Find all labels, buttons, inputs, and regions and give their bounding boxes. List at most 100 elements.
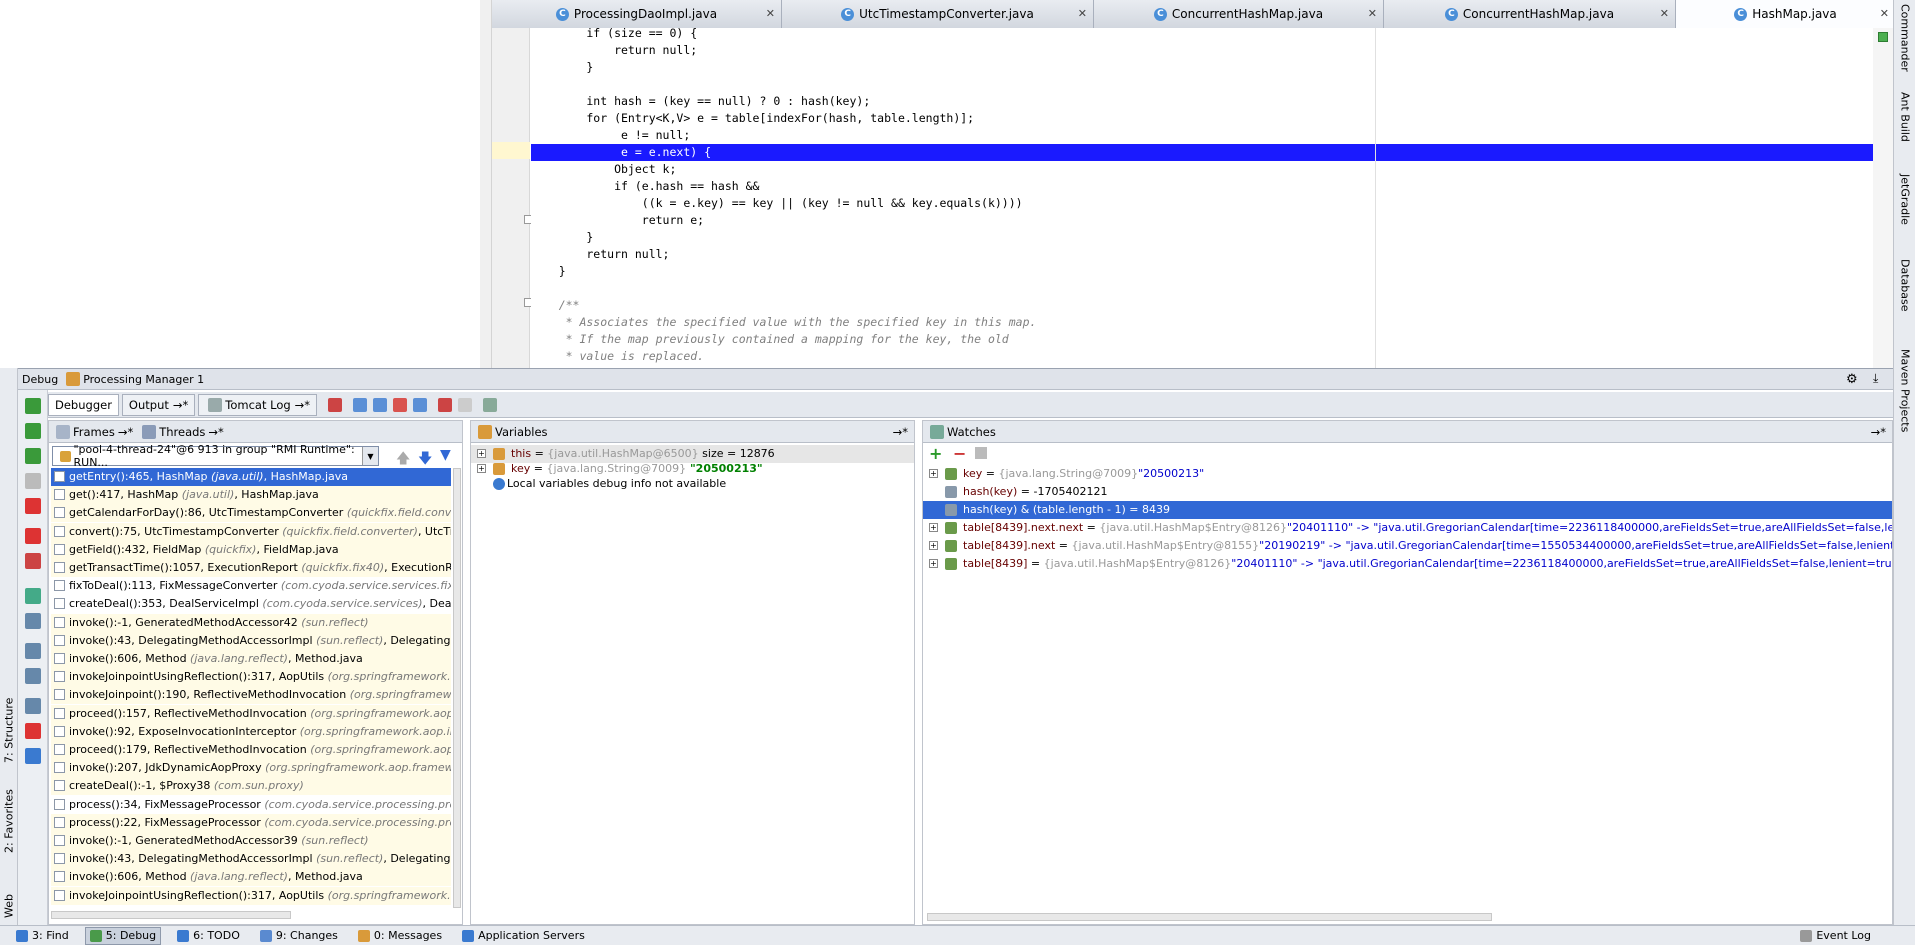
tool-window-jetgradle[interactable]: JetGradle bbox=[1894, 170, 1915, 250]
tool-window--structure[interactable]: 7: Structure bbox=[0, 678, 18, 763]
view-breakpoints-icon[interactable] bbox=[25, 528, 41, 544]
frames-hscrollbar[interactable] bbox=[51, 911, 291, 919]
frame-row[interactable]: proceed():179, ReflectiveMethodInvocatio… bbox=[51, 741, 451, 759]
statusbar-find[interactable]: 3: Find bbox=[12, 927, 73, 945]
watch-row[interactable]: hash(key) = -1705402121 bbox=[923, 483, 1892, 501]
watch-row[interactable]: + table[8439].next.next = {java.util.Hash… bbox=[923, 519, 1892, 537]
tool-window-database[interactable]: Database bbox=[1894, 255, 1915, 335]
frame-row[interactable]: getTransactTime():1057, ExecutionReport … bbox=[51, 559, 451, 577]
statusbar-messages[interactable]: 0: Messages bbox=[354, 927, 446, 945]
frame-row[interactable]: getField():432, FieldMap (quickfix), Fie… bbox=[51, 540, 451, 559]
expand-icon[interactable]: + bbox=[929, 541, 938, 550]
code-editor[interactable]: if (size == 0) { return null; } int hash… bbox=[531, 28, 1873, 368]
settings-icon[interactable]: ⚙ bbox=[1846, 372, 1858, 387]
layout-icon[interactable] bbox=[25, 643, 41, 659]
frame-row[interactable]: invoke():43, DelegatingMethodAccessorImp… bbox=[51, 631, 451, 650]
drop-frame-icon[interactable] bbox=[438, 397, 453, 412]
force-step-into-icon[interactable] bbox=[393, 397, 408, 412]
frame-row[interactable]: invoke():-1, GeneratedMethodAccessor42 (… bbox=[51, 613, 451, 632]
editor-tab[interactable]: C ConcurrentHashMap.java ✕ bbox=[1094, 0, 1384, 28]
editor-tab[interactable]: C HashMap.java ✕ bbox=[1676, 0, 1896, 28]
editor-gutter[interactable] bbox=[492, 28, 533, 368]
editor-tab[interactable]: C ConcurrentHashMap.java ✕ bbox=[1384, 0, 1676, 28]
statusbar-todo[interactable]: 6: TODO bbox=[173, 927, 244, 945]
editor-tab[interactable]: C ProcessingDaoImpl.java ✕ bbox=[492, 0, 782, 28]
pin-icon[interactable]: →* bbox=[893, 425, 908, 439]
help-icon[interactable] bbox=[25, 748, 41, 764]
rerun-icon[interactable] bbox=[25, 398, 41, 414]
editor-tab[interactable]: C UtcTimestampConverter.java ✕ bbox=[782, 0, 1094, 28]
watch-row[interactable]: hash(key) & (table.length - 1) = 8439 bbox=[923, 501, 1892, 519]
close-icon[interactable]: ✕ bbox=[1078, 7, 1087, 20]
watch-row[interactable]: + table[8439] = {java.util.HashMap$Entry@… bbox=[923, 555, 1892, 573]
event-log-button[interactable]: Event Log bbox=[1796, 927, 1875, 945]
frames-scrollbar[interactable] bbox=[453, 468, 461, 908]
frame-row[interactable]: convert():75, UtcTimestampConverter (qui… bbox=[51, 522, 451, 541]
frame-row[interactable]: getEntry():465, HashMap (java.util), Has… bbox=[51, 468, 451, 486]
run-icon[interactable] bbox=[25, 448, 41, 464]
editor-splitter[interactable] bbox=[480, 0, 492, 368]
frame-row[interactable]: invoke():606, Method (java.lang.reflect)… bbox=[51, 650, 451, 668]
pin-icon[interactable] bbox=[25, 698, 41, 714]
pin-icon[interactable]: →* bbox=[1871, 425, 1886, 439]
mute-breakpoints-icon[interactable] bbox=[25, 553, 41, 569]
frames-tab[interactable]: Frames bbox=[73, 425, 115, 439]
statusbar-application-servers[interactable]: Application Servers bbox=[458, 927, 589, 945]
step-into-icon[interactable] bbox=[373, 397, 388, 412]
resume-icon[interactable] bbox=[25, 423, 41, 439]
settings-icon[interactable] bbox=[25, 668, 41, 684]
statusbar-changes[interactable]: 9: Changes bbox=[256, 927, 342, 945]
remove-watch-icon[interactable]: − bbox=[953, 444, 966, 463]
tab-tomcat-log[interactable]: Tomcat Log →* bbox=[198, 393, 318, 416]
stop-icon[interactable] bbox=[25, 498, 41, 514]
close-icon[interactable]: ✕ bbox=[1880, 7, 1889, 20]
camera-icon[interactable] bbox=[25, 613, 41, 629]
close-icon[interactable]: ✕ bbox=[1368, 7, 1377, 20]
frame-row[interactable]: invoke():92, ExposeInvocationInterceptor… bbox=[51, 722, 451, 741]
show-execution-point-icon[interactable] bbox=[328, 397, 343, 412]
frame-row[interactable]: invokeJoinpointUsingReflection():317, Ao… bbox=[51, 886, 451, 905]
frame-row[interactable]: invoke():606, Method (java.lang.reflect)… bbox=[51, 868, 451, 887]
thread-select[interactable]: "pool-4-thread-24"@6 913 in group "RMI R… bbox=[52, 443, 379, 469]
frame-row[interactable]: process():22, FixMessageProcessor (com.c… bbox=[51, 813, 451, 832]
frame-row[interactable]: createDeal():-1, $Proxy38 (com.sun.proxy… bbox=[51, 777, 451, 796]
tool-window-ant-build[interactable]: Ant Build bbox=[1894, 88, 1915, 164]
expand-icon[interactable]: + bbox=[477, 449, 486, 458]
threads-tab[interactable]: Threads bbox=[159, 425, 205, 439]
tool-window-commander[interactable]: Commander bbox=[1894, 0, 1915, 80]
close-icon[interactable]: ✕ bbox=[1660, 7, 1669, 20]
expand-icon[interactable]: + bbox=[929, 559, 938, 568]
close-icon[interactable] bbox=[25, 723, 41, 739]
frame-row[interactable]: invoke():43, DelegatingMethodAccessorImp… bbox=[51, 850, 451, 869]
tool-window-web[interactable]: Web bbox=[0, 858, 18, 918]
tab-debugger[interactable]: Debugger bbox=[48, 393, 119, 416]
watch-row[interactable]: + table[8439].next = {java.util.HashMap$E… bbox=[923, 537, 1892, 555]
frame-row[interactable]: invokeJoinpoint():190, ReflectiveMethodI… bbox=[51, 686, 451, 705]
expand-icon[interactable]: + bbox=[477, 464, 486, 473]
frame-row[interactable]: createDeal():353, DealServiceImpl (com.c… bbox=[51, 595, 451, 613]
frame-row[interactable]: invoke():207, JdkDynamicAopProxy (org.sp… bbox=[51, 759, 451, 778]
hide-icon[interactable]: ⤓ bbox=[1873, 371, 1878, 386]
evaluate-expression-icon[interactable] bbox=[483, 397, 498, 412]
frame-row[interactable]: invokeJoinpointUsingReflection():317, Ao… bbox=[51, 668, 451, 687]
frame-row[interactable]: get():417, HashMap (java.util), HashMap.… bbox=[51, 486, 451, 505]
variable-row[interactable]: Local variables debug info not available bbox=[471, 475, 914, 493]
expand-icon[interactable]: + bbox=[929, 469, 938, 478]
step-out-icon[interactable] bbox=[413, 397, 428, 412]
frame-row[interactable]: process():34, FixMessageProcessor (com.c… bbox=[51, 796, 451, 814]
tool-window--favorites[interactable]: 2: Favorites bbox=[0, 768, 18, 853]
add-watch-icon[interactable]: + bbox=[929, 444, 942, 463]
debug-config-name[interactable]: Processing Manager 1 bbox=[83, 373, 204, 386]
filter-icon[interactable]: ▼ bbox=[440, 447, 451, 463]
step-over-icon[interactable] bbox=[353, 397, 368, 412]
frame-row[interactable]: proceed():157, ReflectiveMethodInvocatio… bbox=[51, 704, 451, 723]
expand-icon[interactable]: + bbox=[929, 523, 938, 532]
watch-row[interactable]: + key = {java.lang.String@7009}"20500213" bbox=[923, 465, 1892, 483]
frame-row[interactable]: fixToDeal():113, FixMessageConverter (co… bbox=[51, 577, 451, 595]
watches-hscrollbar[interactable] bbox=[927, 913, 1492, 921]
frame-row[interactable]: getCalendarForDay():86, UtcTimestampConv… bbox=[51, 504, 451, 523]
statusbar-debug[interactable]: 5: Debug bbox=[84, 926, 162, 945]
tool-window-maven-projects[interactable]: Maven Projects bbox=[1894, 345, 1915, 445]
restore-layout-icon[interactable] bbox=[25, 588, 41, 604]
tab-output[interactable]: Output →* bbox=[121, 393, 196, 416]
